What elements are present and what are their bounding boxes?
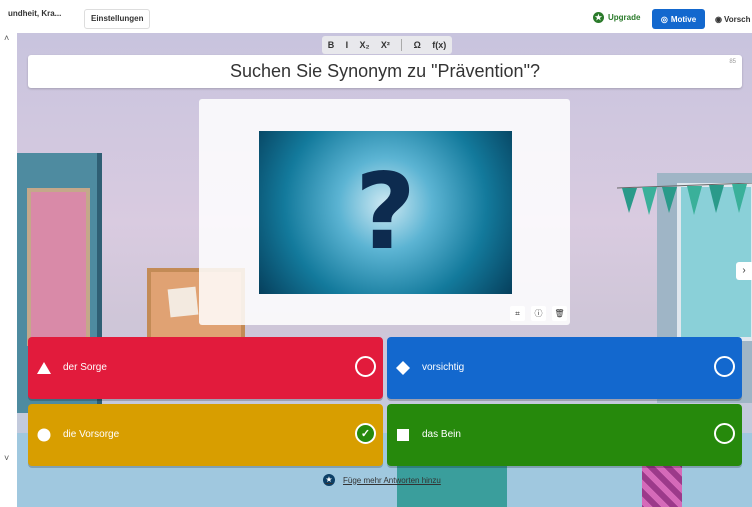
diamond-icon <box>396 361 410 375</box>
quiz-title[interactable]: undheit, Kra... <box>8 9 61 18</box>
answer-1-text[interactable]: der Sorge <box>63 337 107 399</box>
char-count: 85 <box>729 59 736 65</box>
star-icon: ★ <box>323 474 335 486</box>
add-more-answers-link[interactable]: ★ Füge mehr Antworten hinzu <box>323 474 441 486</box>
left-scrollbar[interactable]: ˄ ˅ <box>0 33 17 507</box>
square-icon <box>396 428 410 442</box>
answer-2[interactable]: vorsichtig <box>387 337 742 399</box>
bold-button[interactable]: B <box>328 40 335 50</box>
trash-icon[interactable]: 🗑 <box>552 306 567 321</box>
correct-toggle-2[interactable] <box>714 356 735 377</box>
answer-4[interactable]: das Bein <box>387 404 742 466</box>
add-more-label: Füge mehr Antworten hinzu <box>343 475 441 485</box>
crop-icon[interactable]: ⌗ <box>510 306 525 321</box>
media-tools: ⌗ ⓘ 🗑 <box>510 306 567 321</box>
subscript-button[interactable]: X₂ <box>359 40 369 50</box>
scroll-up-icon[interactable]: ˄ <box>4 33 9 43</box>
settings-button[interactable]: Einstellungen <box>84 9 151 29</box>
question-input[interactable]: Suchen Sie Synonym zu "Prävention"? 85 <box>28 55 742 88</box>
star-icon: ★ <box>593 12 604 23</box>
media-card: ? ⌗ ⓘ 🗑 <box>199 99 570 325</box>
upgrade-label: Upgrade <box>608 13 641 22</box>
question-text: Suchen Sie Synonym zu "Prävention"? <box>230 61 540 81</box>
background-bunting <box>617 183 752 215</box>
question-mark-icon: ? <box>355 151 416 273</box>
answer-1[interactable]: der Sorge <box>28 337 383 399</box>
correct-toggle-4[interactable] <box>714 423 735 444</box>
italic-button[interactable]: I <box>346 40 349 50</box>
function-button[interactable]: f(x) <box>432 40 446 50</box>
background-scarf <box>642 463 682 507</box>
answer-4-text[interactable]: das Bein <box>422 404 461 466</box>
toolbar-divider <box>401 39 403 51</box>
upgrade-link[interactable]: ★ Upgrade <box>593 12 640 23</box>
info-icon[interactable]: ⓘ <box>531 306 546 321</box>
correct-toggle-1[interactable] <box>355 356 376 377</box>
eye-icon: ◉ <box>715 14 722 24</box>
correct-toggle-3[interactable]: ✓ <box>355 423 376 444</box>
palette-icon: ◎ <box>660 14 668 24</box>
chevron-right-icon[interactable]: › <box>736 262 752 280</box>
omega-button[interactable]: Ω <box>414 40 421 50</box>
answer-2-text[interactable]: vorsichtig <box>422 337 464 399</box>
question-image[interactable]: ? <box>259 131 512 294</box>
triangle-icon <box>37 361 51 375</box>
background-note <box>167 286 199 318</box>
answer-3-text[interactable]: die Vorsorge <box>63 404 119 466</box>
preview-label: Vorsch <box>723 14 751 24</box>
background-board <box>27 188 90 346</box>
motive-label: Motive <box>670 14 697 24</box>
preview-button[interactable]: ◉ Vorsch <box>710 9 752 29</box>
top-bar: undheit, Kra... Einstellungen ★ Upgrade … <box>0 0 752 33</box>
scroll-down-icon[interactable]: ˅ <box>4 453 9 463</box>
answer-3[interactable]: die Vorsorge ✓ <box>28 404 383 466</box>
motive-button[interactable]: ◎ Motive <box>652 9 705 29</box>
circle-icon <box>37 428 51 442</box>
text-format-toolbar: B I X₂ X² Ω f(x) <box>322 36 452 54</box>
superscript-button[interactable]: X² <box>381 40 390 50</box>
